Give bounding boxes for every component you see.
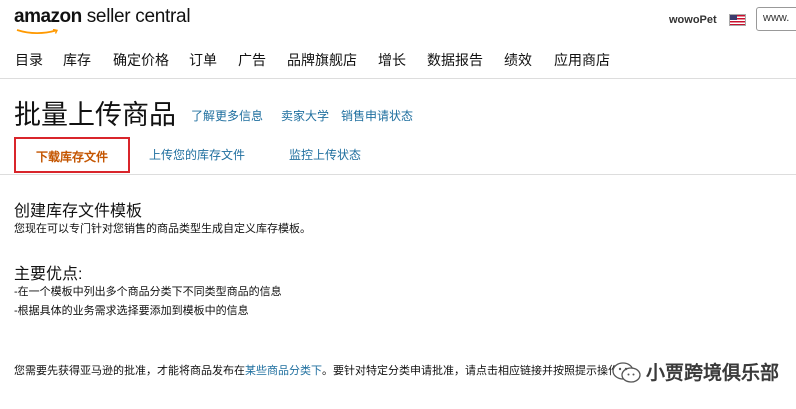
store-name[interactable]: wowoPet bbox=[669, 14, 717, 26]
nav-catalog[interactable]: 目录 bbox=[15, 50, 43, 70]
approval-note-text: 您需要先获得亚马逊的批准，才能将商品发布在 bbox=[14, 365, 245, 377]
nav-advertising[interactable]: 广告 bbox=[238, 50, 266, 70]
main-nav: 目录 库存 确定价格 订单 广告 品牌旗舰店 增长 数据报告 绩效 应用商店 bbox=[0, 42, 796, 79]
certain-categories-link[interactable]: 某些商品分类下 bbox=[245, 365, 322, 377]
application-status-link[interactable]: 销售申请状态 bbox=[341, 107, 413, 124]
approval-note-text-end: 。要针对特定分类申请批准，请点击相应链接并按照提示操作。 bbox=[322, 365, 630, 377]
nav-growth[interactable]: 增长 bbox=[378, 50, 406, 70]
seller-university-link[interactable]: 卖家大学 bbox=[281, 107, 329, 124]
page-title: 批量上传商品 bbox=[14, 100, 176, 130]
tab-download-inventory-file[interactable]: 下载库存文件 bbox=[14, 137, 130, 173]
top-bar: amazon seller central wowoPet www. bbox=[0, 0, 796, 42]
search-input[interactable]: www. bbox=[756, 7, 796, 31]
benefit-item: -在一个模板中列出多个商品分类下不同类型商品的信息 bbox=[14, 286, 282, 298]
upload-tabs: 下载库存文件 上传您的库存文件 监控上传状态 bbox=[0, 137, 796, 175]
nav-inventory[interactable]: 库存 bbox=[63, 50, 91, 70]
nav-orders[interactable]: 订单 bbox=[189, 50, 217, 70]
learn-more-link[interactable]: 了解更多信息 bbox=[191, 107, 263, 124]
nav-reports[interactable]: 数据报告 bbox=[427, 50, 483, 70]
watermark-text: 小贾跨境俱乐部 bbox=[646, 363, 780, 384]
tab-upload-inventory-file[interactable]: 上传您的库存文件 bbox=[149, 137, 245, 173]
logo-product: seller central bbox=[81, 6, 191, 27]
benefit-item: -根据具体的业务需求选择要添加到模板中的信息 bbox=[14, 305, 249, 317]
nav-performance[interactable]: 绩效 bbox=[504, 50, 532, 70]
us-flag-icon[interactable] bbox=[729, 14, 746, 26]
approval-note: 您需要先获得亚马逊的批准，才能将商品发布在某些商品分类下。要针对特定分类申请批准… bbox=[14, 362, 630, 378]
create-template-heading: 创建库存文件模板 bbox=[14, 203, 143, 220]
nav-appstore[interactable]: 应用商店 bbox=[554, 50, 610, 70]
create-template-description: 您现在可以专门针对您销售的商品类型生成自定义库存模板。 bbox=[14, 223, 311, 235]
watermark: 小贾跨境俱乐部 bbox=[612, 352, 796, 396]
benefits-heading: 主要优点: bbox=[14, 266, 83, 283]
nav-stores[interactable]: 品牌旗舰店 bbox=[287, 50, 357, 70]
nav-pricing[interactable]: 确定价格 bbox=[113, 50, 169, 70]
tab-monitor-upload-status[interactable]: 监控上传状态 bbox=[289, 137, 361, 173]
wechat-icon bbox=[612, 362, 641, 383]
amazon-smile-icon bbox=[16, 29, 59, 35]
amazon-seller-central-logo[interactable]: amazon seller central bbox=[14, 6, 191, 28]
logo-brand: amazon bbox=[14, 6, 82, 27]
